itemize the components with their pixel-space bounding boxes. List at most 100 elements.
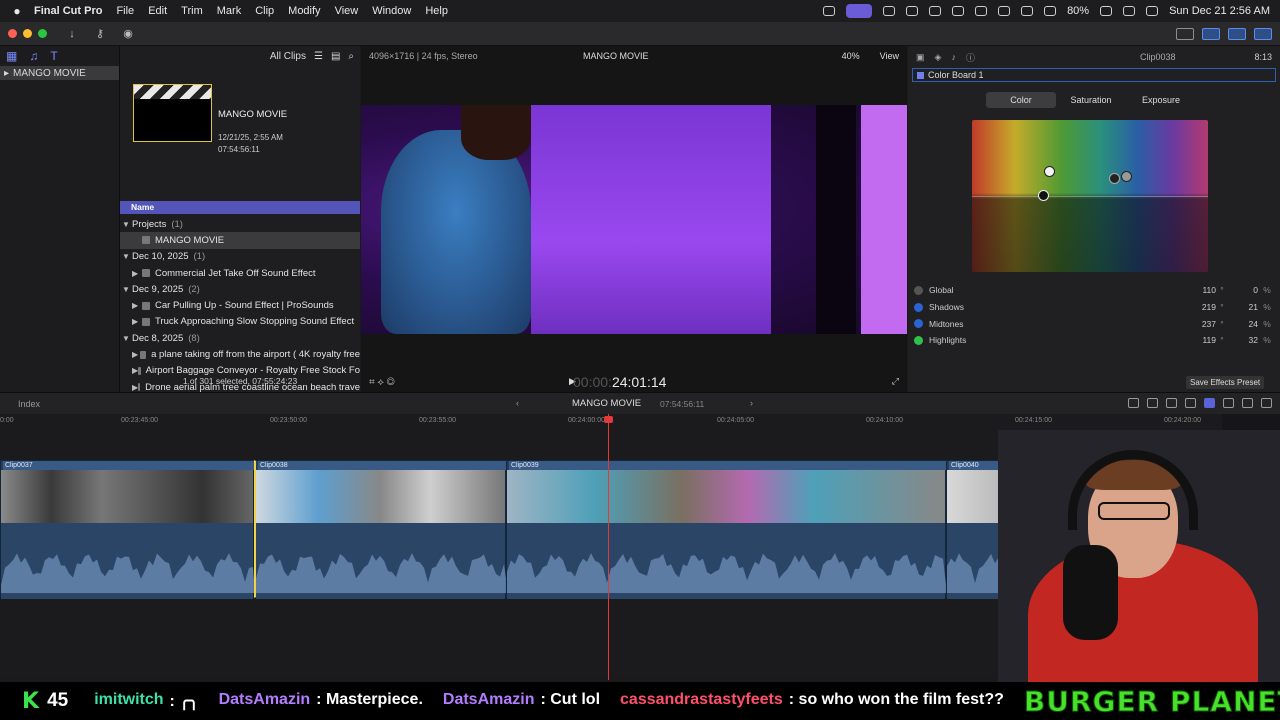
clip-filmstrip[interactable] — [507, 470, 945, 523]
param-percent[interactable]: 24 — [1228, 319, 1258, 329]
tab-exposure[interactable]: Exposure — [1126, 92, 1196, 108]
color-param-row[interactable]: Shadows 219 ° 21 % — [912, 299, 1276, 316]
list-group-row[interactable]: ▼ Dec 9, 2025 (2) — [120, 281, 360, 297]
param-angle[interactable]: 219 — [1176, 302, 1216, 312]
minimize-window-icon[interactable] — [23, 29, 32, 38]
browser-toggle-icon[interactable] — [1202, 27, 1220, 40]
effects-browser-icon[interactable] — [1242, 398, 1253, 408]
name-column-header[interactable]: Name — [120, 201, 360, 214]
battery-percent[interactable]: 80% — [1067, 5, 1089, 17]
transitions-browser-icon[interactable] — [1261, 398, 1272, 408]
disclosure-triangle-icon[interactable]: ▶ — [132, 301, 142, 310]
video-frame[interactable] — [361, 105, 907, 334]
monitor-icon[interactable] — [998, 6, 1011, 16]
tab-color[interactable]: Color — [986, 92, 1056, 108]
list-item[interactable]: ▶ a plane taking off from the airport ( … — [120, 346, 360, 362]
skimming-icon[interactable] — [1128, 398, 1139, 408]
library-item[interactable]: ▸ MANGO MOVIE — [0, 66, 119, 80]
titles-generators-tab-icon[interactable]: T — [50, 49, 57, 63]
color-board[interactable] — [972, 120, 1208, 272]
disclosure-triangle-icon[interactable]: ▼ — [122, 334, 132, 343]
playhead[interactable] — [608, 414, 609, 680]
volume-icon[interactable] — [952, 6, 965, 16]
headphones-icon[interactable] — [1185, 398, 1196, 408]
disclosure-triangle-icon[interactable]: ▶ — [132, 269, 142, 278]
timeline-back-icon[interactable]: ‹ — [516, 398, 519, 408]
list-icon[interactable] — [906, 6, 919, 16]
zoom-window-icon[interactable] — [38, 29, 47, 38]
clip-filmstrip[interactable] — [256, 470, 505, 523]
param-angle[interactable]: 237 — [1176, 319, 1216, 329]
tab-saturation[interactable]: Saturation — [1056, 92, 1126, 108]
param-angle[interactable]: 119 — [1176, 335, 1216, 345]
camera-icon[interactable] — [883, 6, 896, 16]
close-window-icon[interactable] — [8, 29, 17, 38]
disclosure-triangle-icon[interactable]: ▼ — [122, 220, 132, 229]
menu-window[interactable]: Window — [372, 5, 411, 17]
list-group-row[interactable]: ▼ Dec 8, 2025 (8) — [120, 330, 360, 346]
param-percent[interactable]: 0 — [1228, 285, 1258, 295]
timeline-forward-icon[interactable]: › — [750, 398, 753, 408]
play-icon[interactable] — [929, 6, 942, 16]
audio-inspector-icon[interactable]: ♪ — [951, 52, 956, 62]
global-puck[interactable] — [1038, 190, 1049, 201]
menu-modify[interactable]: Modify — [288, 5, 320, 17]
photos-audio-tab-icon[interactable]: ♫ — [29, 49, 38, 63]
menu-app-name[interactable]: Final Cut Pro — [34, 5, 102, 17]
color-param-row[interactable]: Global 110 ° 0 % — [912, 282, 1276, 299]
highlights-puck[interactable] — [1044, 166, 1055, 177]
color-param-row[interactable]: Highlights 119 ° 32 % — [912, 332, 1276, 349]
video-inspector-icon[interactable]: ▣ — [916, 52, 925, 63]
info-inspector-icon[interactable]: ⓘ — [966, 51, 975, 64]
inspector-toggle-icon[interactable] — [1254, 27, 1272, 40]
search-icon[interactable]: ⌕ — [348, 51, 354, 62]
spotlight-search-icon[interactable] — [1123, 6, 1136, 16]
effect-selector[interactable]: Color Board 1 — [912, 68, 1276, 82]
list-group-row[interactable]: ▼ Dec 10, 2025 (1) — [120, 249, 360, 265]
menu-trim[interactable]: Trim — [181, 5, 203, 17]
clip-audio-waveform[interactable] — [507, 523, 947, 599]
list-item[interactable]: MANGO MOVIE — [120, 232, 360, 249]
clip-audio-waveform[interactable] — [1, 523, 255, 599]
menu-file[interactable]: File — [116, 5, 134, 17]
fullscreen-icon[interactable]: ⤢ — [892, 376, 899, 387]
timecode-display[interactable]: 00:00:24:01:14 — [573, 374, 666, 390]
bluetooth-icon[interactable] — [1021, 6, 1034, 16]
zoom-slider-icon[interactable] — [1204, 398, 1215, 408]
background-tasks-icon[interactable]: ◉ — [117, 26, 139, 42]
menu-help[interactable]: Help — [425, 5, 448, 17]
disclosure-triangle-icon[interactable]: ▶ — [132, 350, 140, 359]
battery-icon[interactable] — [1100, 6, 1113, 16]
param-percent[interactable]: 21 — [1228, 302, 1258, 312]
timeline-clip[interactable]: Clip0039 — [506, 460, 947, 599]
color-param-row[interactable]: Midtones 237 ° 24 % — [912, 315, 1276, 332]
share-icon[interactable] — [1176, 27, 1194, 40]
clapperboard-thumbnail-icon[interactable] — [133, 84, 212, 142]
clip-audio-waveform[interactable] — [256, 523, 508, 599]
clip-appearance-icon[interactable] — [1223, 398, 1234, 408]
filmstrip-view-icon[interactable]: ☰ — [314, 51, 323, 62]
index-button[interactable]: Index — [18, 399, 40, 409]
shadows-puck[interactable] — [1109, 173, 1120, 184]
list-item[interactable]: ▶ Truck Approaching Slow Stopping Sound … — [120, 314, 360, 330]
color-inspector-icon[interactable]: ◈ — [935, 52, 942, 63]
playhead-handle[interactable] — [604, 416, 613, 423]
screen-record-icon[interactable] — [823, 6, 836, 16]
solo-icon[interactable] — [1166, 398, 1177, 408]
timeline-project-dropdown[interactable]: MANGO MOVIE — [572, 398, 641, 409]
keywords-icon[interactable]: ⚷ — [89, 26, 111, 42]
audio-skimming-icon[interactable] — [1147, 398, 1158, 408]
clip-appearance-icon[interactable]: ▤ — [331, 51, 340, 62]
list-group-row[interactable]: ▼ Projects (1) — [120, 216, 360, 232]
transform-tools-icon[interactable]: ⌗ ⟡ ◎ — [369, 377, 395, 388]
effect-enabled-checkbox[interactable] — [917, 71, 924, 79]
clip-filmstrip[interactable] — [1, 470, 253, 523]
menu-clip[interactable]: Clip — [255, 5, 274, 17]
disclosure-triangle-icon[interactable]: ▼ — [122, 285, 132, 294]
timeline-clip[interactable]: Clip0037 — [0, 460, 255, 599]
clip-filter-dropdown[interactable]: All Clips — [270, 51, 306, 62]
apple-icon[interactable]: ● — [10, 4, 24, 18]
view-dropdown[interactable]: View — [880, 51, 899, 61]
menu-edit[interactable]: Edit — [148, 5, 167, 17]
list-item[interactable]: ▶ Car Pulling Up - Sound Effect | ProSou… — [120, 297, 360, 313]
